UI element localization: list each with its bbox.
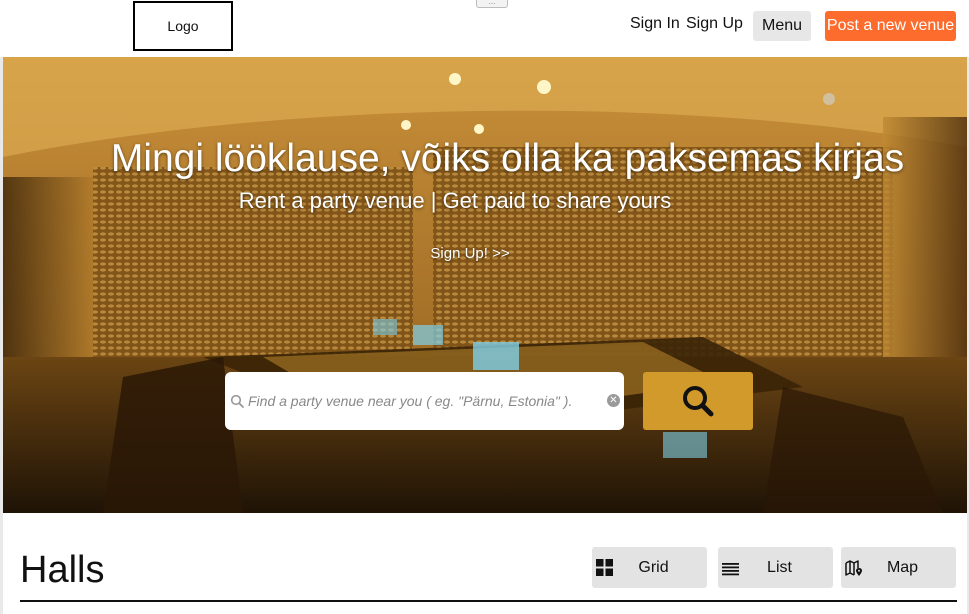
search-icon [683,386,714,417]
post-venue-button[interactable]: Post a new venue [825,11,956,41]
map-icon [845,559,862,576]
list-icon [722,562,739,575]
sign-in-link[interactable]: Sign In [630,15,680,33]
search-small-icon [230,394,244,408]
logo[interactable]: Logo [133,1,233,51]
halls-heading: Halls [20,549,105,591]
hero-title: Mingi lööklause, võiks olla ka paksemas … [110,137,905,180]
halls-divider [20,600,957,602]
map-view-button[interactable]: Map [841,547,956,588]
clear-icon[interactable]: ✕ [607,394,620,407]
menu-button[interactable]: Menu [753,11,811,41]
list-view-button[interactable]: List [718,547,833,588]
site-header: Logo ... Sign In Sign Up Menu Post a new… [0,0,969,57]
grid-view-button[interactable]: Grid [592,547,707,588]
venue-search-input[interactable] [248,393,598,409]
hero-signup-link[interactable]: Sign Up! >> [3,245,967,262]
map-view-label: Map [886,558,919,576]
grid-view-label: Grid [638,558,669,576]
hero-background-image [3,57,967,513]
sign-up-link[interactable]: Sign Up [686,15,743,33]
grid-icon [596,558,613,576]
more-dots-handle[interactable]: ... [476,0,508,8]
hero-banner: Mingi lööklause, võiks olla ka paksemas … [3,57,967,513]
hero-subtitle: Rent a party venue | Get paid to share y… [238,188,672,213]
search-button[interactable] [643,372,753,430]
search-box: ✕ [225,372,624,430]
list-view-label: List [767,558,792,576]
